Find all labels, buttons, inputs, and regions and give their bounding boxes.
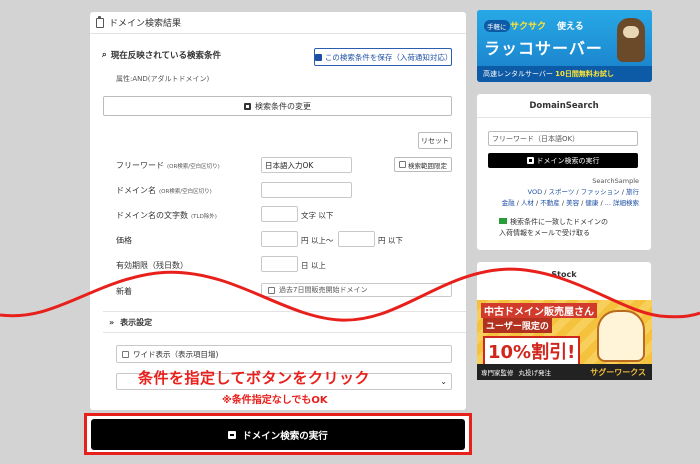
- attribute-text: 属性:AND(アダルトドメイン): [116, 75, 210, 83]
- execute-search-button[interactable]: ドメイン検索の実行: [91, 419, 465, 450]
- sample-link-realestate[interactable]: 不動産: [540, 199, 560, 207]
- change-condition-label: 検索条件の変更: [255, 101, 311, 111]
- new-arrivals-text: 過去7日間販売開始ドメイン: [279, 286, 368, 294]
- free-word-note: (OR検索/空白区切り): [167, 164, 220, 170]
- sidebar-title: DomainSearch: [477, 94, 651, 118]
- wide-display-option[interactable]: ワイド表示（表示項目増): [116, 345, 452, 363]
- ad-badge2: 丸投げ発注: [518, 369, 552, 377]
- new-arrivals-checkbox[interactable]: [268, 286, 275, 294]
- banner-bottom-text: 高速レンタルサーバー: [483, 70, 553, 78]
- range-limit-checkbox[interactable]: [399, 161, 406, 168]
- execute-search-label: ドメイン検索の実行: [242, 430, 328, 442]
- wide-display-label: ワイド表示（表示項目増): [133, 349, 219, 359]
- rakko-server-banner[interactable]: 手軽に サクサク 使える ラッコサーバー 高速レンタルサーバー 10日間無料お試…: [477, 10, 652, 82]
- ad-line2: ユーザー限定の: [483, 318, 552, 333]
- execute-icon: [228, 430, 237, 439]
- ad-footer: 専門家監修 丸投げ発注 サグーワークス: [477, 364, 652, 380]
- free-word-label: フリーワード (OR検索/空白区切り): [116, 160, 220, 171]
- sample-link-detail[interactable]: ... 詳細検索: [605, 199, 639, 207]
- double-chevron-icon: »: [109, 317, 115, 327]
- save-icon: [315, 53, 322, 61]
- panel-title: ドメイン検索結果: [109, 19, 182, 29]
- clipboard-icon: [96, 15, 104, 28]
- search-line-wrapper: ⌕ 現在反映されている検索条件: [102, 49, 221, 61]
- stock-title: Stock: [551, 270, 577, 279]
- banner-fast: サクサク: [510, 22, 547, 32]
- wide-display-checkbox[interactable]: [122, 350, 129, 358]
- char-count-label-text: ドメイン名の文字数: [116, 211, 188, 220]
- mail-line2: 入荷情報をメールで受け取る: [499, 229, 590, 237]
- range-limit-button[interactable]: 検索範囲限定: [394, 157, 452, 172]
- domain-name-label-text: ドメイン名: [116, 186, 156, 195]
- ad-badge1: 専門家監修: [481, 369, 514, 377]
- current-condition-label: 現在反映されている検索条件: [110, 51, 222, 61]
- expiry-unit: 日 以上: [301, 261, 326, 270]
- mail-line1: 検索条件に一致したドメインの: [510, 218, 608, 226]
- sample-link-hr[interactable]: 人材: [521, 199, 534, 207]
- sidebar-search-input[interactable]: フリーワード（日本語OK）: [488, 131, 638, 146]
- range-limit-label: 検索範囲限定: [408, 161, 447, 170]
- expiry-label: 有効期限（残日数）: [116, 261, 188, 270]
- mail-icon: [499, 218, 507, 224]
- new-label: 新着: [116, 287, 132, 296]
- panel-header: ドメイン検索結果: [90, 12, 466, 34]
- mail-notify-link[interactable]: 検索条件に一致したドメインの 入荷情報をメールで受け取る: [499, 217, 608, 239]
- execute-icon: [526, 157, 534, 164]
- change-condition-button[interactable]: 検索条件の変更: [103, 96, 452, 116]
- char-count-label: ドメイン名の文字数 (TLD除外): [116, 210, 217, 221]
- ad-logo: サグーワークス: [590, 367, 646, 377]
- domain-name-input[interactable]: [261, 182, 352, 198]
- sample-link-health[interactable]: 健康: [585, 199, 598, 207]
- otter-mascot-icon: [617, 18, 645, 62]
- expiry-input[interactable]: [261, 256, 298, 272]
- domain-name-label: ドメイン名 (OR検索/空白区切り): [116, 185, 212, 196]
- sample-link-sports[interactable]: スポーツ: [548, 188, 574, 196]
- price-min-input[interactable]: [261, 231, 298, 247]
- ad-discount: 10%割引!: [483, 336, 581, 366]
- chevron-down-icon: ⌄: [440, 377, 447, 386]
- stock-panel: Stock: [477, 262, 651, 302]
- free-word-label-text: フリーワード: [116, 161, 164, 170]
- search-sample-links: VOD / スポーツ / ファッション / 旅行 金融 / 人材 / 不動産 /…: [501, 188, 639, 207]
- price-from-unit: 円 以上〜: [301, 236, 334, 245]
- search-icon: ⌕: [102, 50, 107, 60]
- reset-button[interactable]: リセット: [418, 132, 452, 149]
- char-count-input[interactable]: [261, 206, 298, 222]
- char-count-unit: 文字 以下: [301, 211, 334, 220]
- price-label: 価格: [116, 236, 132, 245]
- sample-link-vod[interactable]: VOD: [528, 188, 542, 196]
- banner-bottom: 高速レンタルサーバー 10日間無料お試し: [477, 66, 652, 82]
- price-to-unit: 円 以下: [378, 236, 403, 245]
- display-settings-title: 表示設定: [120, 317, 153, 327]
- char-count-note: (TLD除外): [191, 214, 217, 220]
- banner-tag: 手軽に: [484, 20, 510, 32]
- search-sample-title: SearchSample: [592, 177, 639, 185]
- save-condition-button[interactable]: この検索条件を保存（入荷通知対応）: [314, 48, 452, 66]
- display-settings-toggle[interactable]: » 表示設定: [103, 311, 466, 333]
- banner-bottom-highlight: 10日間無料お試し: [555, 70, 614, 78]
- expand-icon: [244, 102, 251, 110]
- banner-fast-suffix: 使える: [557, 22, 584, 32]
- sample-link-beauty[interactable]: 美容: [566, 199, 579, 207]
- sample-link-fashion[interactable]: ファッション: [581, 188, 620, 196]
- instruction-note: ※条件指定なしでもOK: [222, 395, 328, 406]
- domain-shop-ad[interactable]: 中古ドメイン販売屋さん ユーザー限定の 10%割引! 専門家監修 丸投げ発注 サ…: [477, 300, 652, 380]
- sample-link-travel[interactable]: 旅行: [626, 188, 639, 196]
- new-arrivals-option[interactable]: 過去7日間販売開始ドメイン: [261, 283, 452, 297]
- sidebar-execute-button[interactable]: ドメイン検索の実行: [488, 153, 638, 168]
- sample-link-finance[interactable]: 金融: [502, 199, 515, 207]
- instruction-text: 条件を指定してボタンをクリック: [138, 369, 371, 387]
- domain-name-note: (OR検索/空白区切り): [159, 189, 212, 195]
- price-max-input[interactable]: [338, 231, 375, 247]
- sidebar-execute-label: ドメイン検索の実行: [536, 156, 600, 165]
- sidebar-domain-search: DomainSearch フリーワード（日本語OK） ドメイン検索の実行 Sea…: [477, 94, 651, 250]
- ad-line1: 中古ドメイン販売屋さん: [481, 303, 597, 318]
- free-word-input[interactable]: 日本語入力OK: [261, 157, 352, 173]
- save-condition-label: この検索条件を保存（入荷通知対応）: [324, 52, 453, 62]
- mascot-character-icon: [597, 310, 645, 362]
- banner-title: ラッコサーバー: [484, 39, 603, 58]
